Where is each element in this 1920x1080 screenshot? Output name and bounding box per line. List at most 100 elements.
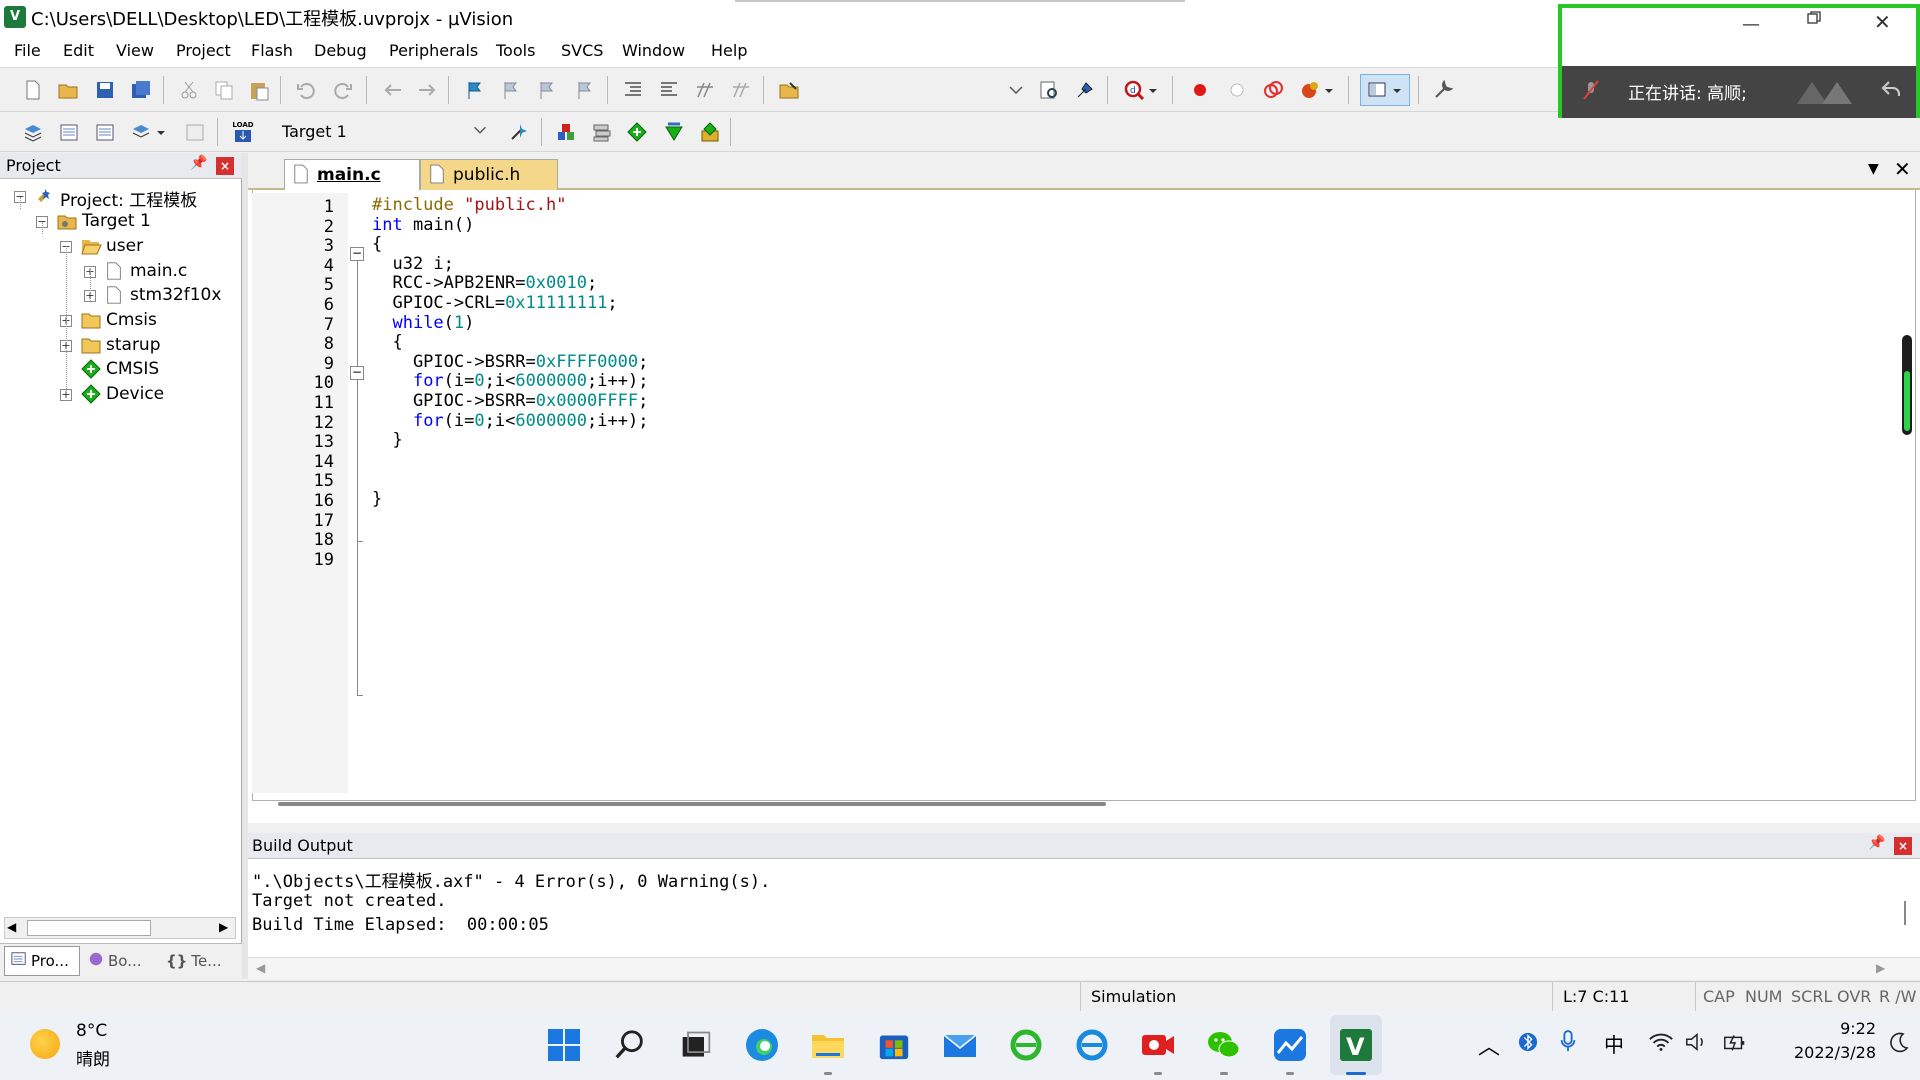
pack-installer-icon[interactable] — [661, 119, 687, 145]
task-view-icon[interactable] — [676, 1025, 716, 1065]
cut-icon[interactable] — [176, 77, 202, 103]
tab-books[interactable]: Bo... — [84, 946, 158, 976]
batch-build-icon[interactable] — [128, 119, 154, 145]
kill-breakpoints-icon[interactable] — [1297, 77, 1323, 103]
close-window-icon[interactable]: ✕ — [1874, 10, 1891, 34]
find-in-files-icon[interactable] — [776, 77, 802, 103]
select-packs-icon[interactable] — [589, 119, 615, 145]
muted-mic-icon[interactable] — [1580, 79, 1602, 105]
menu-project[interactable]: Project — [176, 41, 231, 60]
pack-manager-icon[interactable] — [697, 119, 723, 145]
scroll-thumb[interactable] — [27, 920, 151, 936]
collapse-arrow-icon[interactable] — [1880, 78, 1902, 104]
save-all-icon[interactable] — [128, 77, 154, 103]
start-icon[interactable] — [544, 1025, 584, 1065]
scroll-right-icon[interactable]: ▶ — [219, 920, 228, 934]
navigate-back-icon[interactable] — [380, 77, 406, 103]
rebuild-icon[interactable] — [92, 119, 118, 145]
minimize-icon[interactable]: — — [1742, 14, 1760, 35]
clear-bookmarks-icon[interactable] — [572, 77, 598, 103]
bluetooth-icon[interactable] — [1518, 1029, 1538, 1059]
disable-all-breakpoints-icon[interactable] — [1260, 77, 1286, 103]
pin-icon[interactable]: 📌 — [1868, 835, 1885, 851]
menu-flash[interactable]: Flash — [251, 41, 293, 60]
ime-indicator[interactable]: 中 — [1604, 1029, 1624, 1058]
tree-item-project[interactable]: − Project: 工程模板 — [0, 183, 236, 211]
wifi-icon[interactable] — [1648, 1031, 1674, 1057]
target-options-icon[interactable] — [506, 119, 532, 145]
new-file-icon[interactable] — [20, 77, 46, 103]
undo-icon[interactable] — [293, 77, 319, 103]
menu-edit[interactable]: Edit — [63, 41, 94, 60]
menu-tools[interactable]: Tools — [496, 41, 535, 60]
find-dropdown-icon[interactable] — [1003, 77, 1029, 103]
close-panel-icon[interactable]: × — [216, 157, 234, 175]
search-icon[interactable] — [610, 1025, 650, 1065]
incremental-find-icon[interactable] — [1072, 77, 1098, 103]
indent-icon[interactable] — [620, 77, 646, 103]
editor-hscroll-thumb[interactable] — [278, 802, 1106, 806]
insert-breakpoint-icon[interactable] — [1187, 77, 1213, 103]
fold-main-icon[interactable]: − — [350, 247, 364, 261]
tree-item-device[interactable]: + Device — [0, 381, 236, 409]
sun-weather-icon[interactable] — [30, 1029, 60, 1059]
translate-icon[interactable] — [20, 119, 46, 145]
fold-while-icon[interactable]: − — [350, 366, 364, 380]
menu-debug[interactable]: Debug — [314, 41, 367, 60]
stop-build-icon[interactable] — [182, 119, 208, 145]
file-explorer-icon[interactable] — [808, 1025, 848, 1065]
tree-item-target-1[interactable]: − Target 1 — [0, 208, 236, 236]
comment-icon[interactable] — [692, 77, 718, 103]
weather-temp[interactable]: 8°C — [76, 1021, 107, 1041]
code-view[interactable]: #include "public.h" int main(){ u32 i; RC… — [248, 153, 1920, 793]
menu-file[interactable]: File — [14, 41, 41, 60]
weather-desc[interactable]: 晴朗 — [76, 1045, 110, 1070]
clock-date[interactable]: 2022/3/28 — [1770, 1043, 1876, 1062]
debug-session-icon[interactable]: d — [1121, 77, 1147, 103]
scroll-right-icon[interactable]: ▶ — [1876, 961, 1885, 975]
target-select[interactable]: Target 1 — [272, 117, 496, 147]
edge-browser-icon[interactable] — [742, 1025, 782, 1065]
debug-dropdown-icon[interactable] — [1146, 77, 1160, 103]
manage-runtime-env-icon[interactable] — [624, 119, 650, 145]
unindent-icon[interactable] — [656, 77, 682, 103]
window-layout-button[interactable] — [1360, 74, 1410, 106]
build-icon[interactable] — [56, 119, 82, 145]
batch-build-dropdown-icon[interactable] — [154, 119, 168, 145]
tree-item-user[interactable]: − user — [0, 233, 236, 261]
video-meeting-icon[interactable] — [1138, 1025, 1178, 1065]
breakpoint-dropdown-icon[interactable] — [1322, 77, 1336, 103]
mail-icon[interactable] — [940, 1025, 980, 1065]
project-hscrollbar[interactable]: ◀ ▶ — [4, 917, 236, 939]
find-icon[interactable] — [1036, 77, 1062, 103]
ms-store-icon[interactable] — [874, 1025, 914, 1065]
microphone-icon[interactable] — [1558, 1029, 1578, 1059]
whiteboard-app-icon[interactable] — [1270, 1025, 1310, 1065]
tab-project[interactable]: Pro... — [4, 946, 80, 976]
tree-item-cmsis[interactable]: CMSIS — [0, 356, 236, 384]
manage-project-items-icon[interactable] — [553, 119, 579, 145]
restore-icon[interactable] — [1806, 10, 1822, 30]
navigate-forward-icon[interactable] — [414, 77, 440, 103]
build-vscroll-thumb[interactable] — [1904, 901, 1906, 925]
battery-charging-icon[interactable] — [1722, 1031, 1748, 1057]
menu-svcs[interactable]: SVCS — [561, 41, 603, 60]
pin-icon[interactable]: 📌 — [190, 155, 207, 171]
volume-icon[interactable] — [1684, 1031, 1710, 1057]
menu-help[interactable]: Help — [711, 41, 747, 60]
menu-view[interactable]: View — [116, 41, 154, 60]
redo-icon[interactable] — [330, 77, 356, 103]
build-hscrollbar[interactable]: ◀ ▶ — [248, 957, 1920, 979]
wechat-icon[interactable] — [1204, 1025, 1244, 1065]
uvision-taskbar-icon[interactable]: V — [1336, 1025, 1376, 1065]
bookmark-icon[interactable] — [462, 77, 488, 103]
open-file-icon[interactable] — [55, 77, 81, 103]
ie-green-icon[interactable] — [1006, 1025, 1046, 1065]
tab-templates[interactable]: {} Te... — [162, 946, 238, 976]
configure-tools-icon[interactable] — [1430, 77, 1456, 103]
disable-breakpoint-icon[interactable] — [1224, 77, 1250, 103]
next-bookmark-icon[interactable] — [534, 77, 560, 103]
save-icon[interactable] — [92, 77, 118, 103]
clock-time[interactable]: 9:22 — [1820, 1019, 1876, 1038]
scroll-left-icon[interactable]: ◀ — [256, 961, 265, 975]
